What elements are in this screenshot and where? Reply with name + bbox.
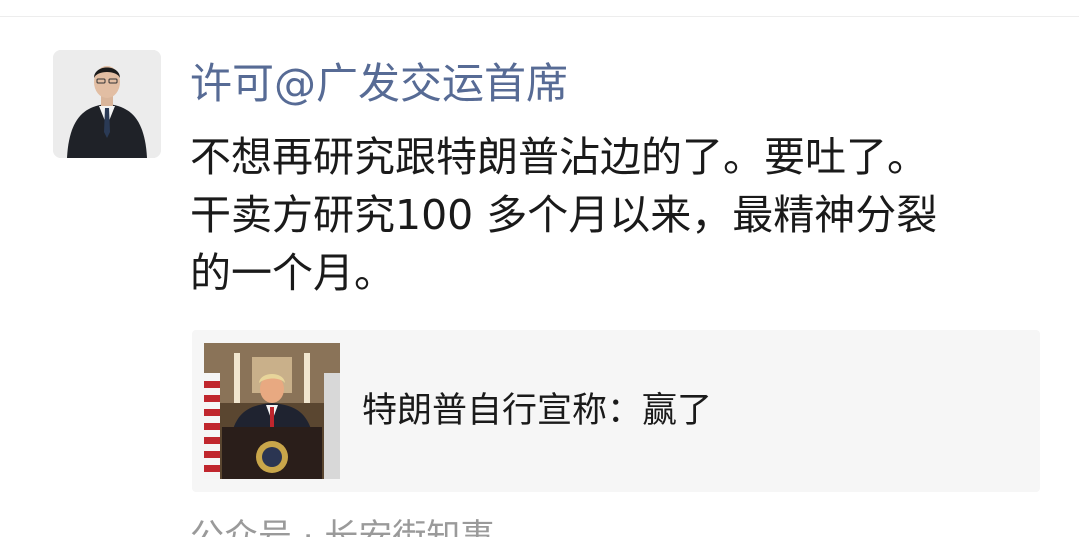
author-name[interactable]: 许可@广发交运首席 (190, 58, 568, 110)
post-text-line: 的一个月。 (190, 249, 395, 297)
link-thumbnail (204, 343, 340, 479)
post-text-line: 干卖方研究100 多个月以来，最精神分裂 (190, 191, 938, 239)
avatar-photo (53, 50, 161, 158)
top-divider (0, 16, 1079, 17)
post-text-line: 不想再研究跟特朗普沾边的了。要吐了。 (190, 133, 928, 181)
link-thumbnail-image (204, 343, 340, 479)
link-title: 特朗普自行宣称：赢了 (362, 391, 713, 431)
source-label: 公众号 · 长安街知事 (190, 517, 495, 537)
shared-link-card[interactable]: 特朗普自行宣称：赢了 (192, 330, 1040, 492)
moments-post-screen: 许可@广发交运首席 不想再研究跟特朗普沾边的了。要吐了。 干卖方研究100 多个… (0, 0, 1079, 537)
avatar[interactable] (53, 50, 161, 158)
post-text: 不想再研究跟特朗普沾边的了。要吐了。 干卖方研究100 多个月以来，最精神分裂 … (190, 128, 1040, 302)
flag-stripes (204, 373, 220, 479)
